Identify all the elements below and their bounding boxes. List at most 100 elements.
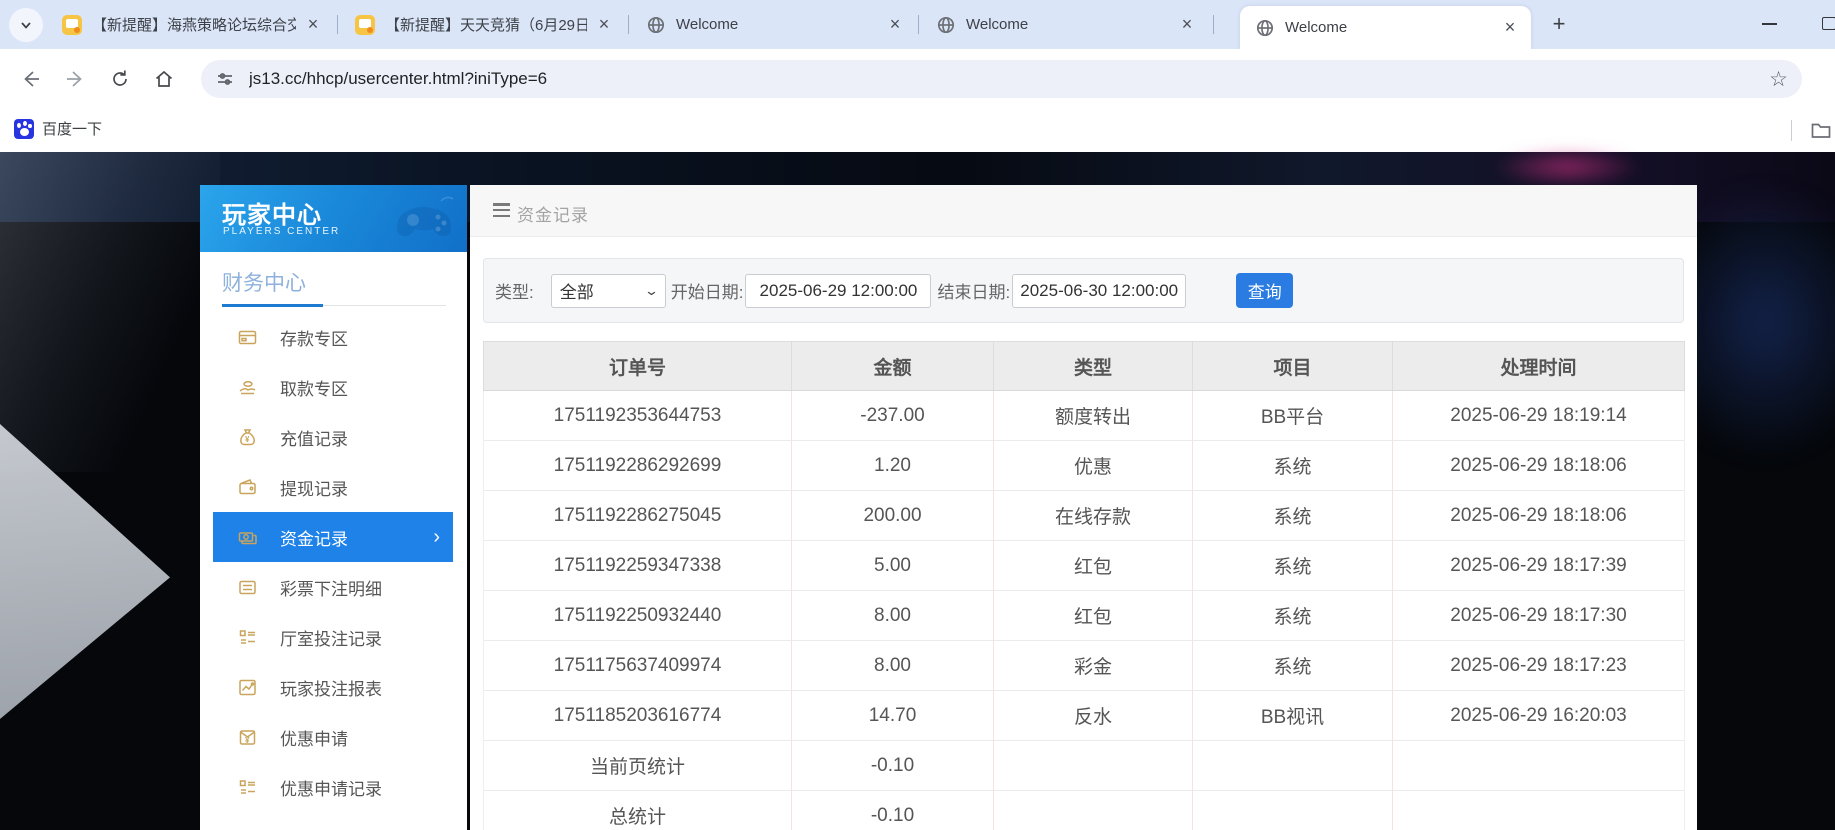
sidebar-item-deposit[interactable]: 存款专区 — [200, 312, 467, 362]
close-icon[interactable]: × — [1176, 14, 1198, 36]
cell-amount: 1.20 — [791, 440, 994, 491]
minimize-icon[interactable] — [1762, 23, 1777, 25]
cell-amount: 8.00 — [791, 640, 994, 691]
sidebar-item-hall-bet-record[interactable]: 厅室投注记录 — [200, 612, 467, 662]
cell-amount: 8.00 — [791, 590, 994, 641]
sidebar-item-label: 彩票下注明细 — [280, 579, 382, 599]
sidebar-item-lottery-bet-detail[interactable]: 彩票下注明细 — [200, 562, 467, 612]
cell-grand-total-label: 总统计 — [483, 790, 792, 830]
forward-button[interactable] — [61, 65, 89, 93]
sidebar-item-withdrawal-record[interactable]: 提现记录 — [200, 462, 467, 512]
forward-arrow-icon — [67, 71, 82, 87]
reload-button[interactable] — [106, 65, 134, 93]
cell-page-total-label: 当前页统计 — [483, 740, 792, 791]
table-row: 1751175637409974 8.00 彩金 系统 2025-06-29 1… — [483, 640, 1685, 691]
hamburger-icon[interactable] — [493, 203, 510, 218]
forum-favicon — [355, 14, 375, 35]
gift-yuan-icon: ¥ — [239, 729, 256, 745]
close-icon[interactable]: × — [593, 14, 615, 36]
sidebar-item-label: 优惠申请 — [280, 729, 348, 749]
tab-title: 【新提醒】海燕策略论坛综合交 — [92, 17, 296, 34]
table-row: 1751185203616774 14.70 反水 BB视讯 2025-06-2… — [483, 690, 1685, 741]
maximize-icon[interactable] — [1822, 17, 1835, 30]
cell-order-no: 1751175637409974 — [483, 640, 792, 691]
sidebar-item-withdraw[interactable]: 取款专区 — [200, 362, 467, 412]
search-button[interactable]: 查询 — [1236, 273, 1294, 308]
end-date-input[interactable] — [1012, 273, 1187, 308]
cell-process-time: 2025-06-29 18:18:06 — [1392, 440, 1685, 491]
sidebar-subtitle: PLAYERS CENTER — [223, 226, 341, 237]
address-bar[interactable]: js13.cc/hhcp/usercenter.html?iniType=6 ☆ — [201, 60, 1802, 98]
sidebar-item-label: 玩家投注报表 — [280, 679, 382, 699]
sidebar-item-label: 厅室投注记录 — [280, 629, 382, 649]
tab-forum-1[interactable]: 【新提醒】海燕策略论坛综合交 × — [47, 0, 334, 49]
cell-amount: 200.00 — [791, 490, 994, 541]
cell-empty — [993, 740, 1193, 791]
sidebar-title: 玩家中心 — [222, 202, 322, 229]
sidebar-item-label: 取款专区 — [280, 379, 348, 399]
cell-process-time: 2025-06-29 18:18:06 — [1392, 490, 1685, 541]
tab-welcome-active[interactable]: Welcome × — [1240, 6, 1531, 49]
sidebar: 玩家中心 PLAYERS CENTER 财务中心 存款专区 取款专区 ¥ 充值记… — [200, 185, 467, 830]
cell-project: 系统 — [1192, 540, 1393, 591]
bookmark-star-icon[interactable]: ☆ — [1769, 67, 1788, 92]
tab-search-button[interactable] — [9, 8, 43, 42]
tab-divider — [628, 15, 629, 34]
svg-text:¥: ¥ — [245, 736, 250, 745]
cell-type: 在线存款 — [993, 490, 1193, 541]
sidebar-item-promo-apply[interactable]: ¥ 优惠申请 — [200, 712, 467, 762]
list-check-icon — [239, 629, 255, 644]
cell-amount: -237.00 — [791, 390, 994, 441]
sidebar-item-promo-apply-record[interactable]: 优惠申请记录 — [200, 762, 467, 812]
table-row: 1751192286275045 200.00 在线存款 系统 2025-06-… — [483, 490, 1685, 541]
cell-process-time: 2025-06-29 18:17:23 — [1392, 640, 1685, 691]
end-date-label: 结束日期: — [937, 283, 1011, 302]
cell-amount: 5.00 — [791, 540, 994, 591]
browser-window: 【新提醒】海燕策略论坛综合交 × 【新提醒】天天竞猜（6月29日 × Welco… — [0, 0, 1835, 830]
close-icon[interactable]: × — [1499, 17, 1521, 39]
table-row: 1751192286292699 1.20 优惠 系统 2025-06-29 1… — [483, 440, 1685, 491]
url-text[interactable]: js13.cc/hhcp/usercenter.html?iniType=6 — [249, 69, 1769, 89]
tab-strip: 【新提醒】海燕策略论坛综合交 × 【新提醒】天天竞猜（6月29日 × Welco… — [0, 0, 1835, 49]
home-button[interactable] — [150, 65, 178, 93]
back-arrow-icon — [24, 71, 39, 87]
cell-order-no: 1751192286292699 — [483, 440, 792, 491]
tab-forum-2[interactable]: 【新提醒】天天竞猜（6月29日 × — [340, 0, 625, 49]
col-order-no: 订单号 — [483, 341, 792, 391]
tab-title: 【新提醒】天天竞猜（6月29日 — [385, 17, 587, 34]
page-title: 资金记录 — [517, 206, 589, 225]
col-type: 类型 — [993, 341, 1193, 391]
start-date-input[interactable] — [745, 273, 932, 308]
bookmark-baidu[interactable]: 百度一下 — [14, 118, 102, 139]
tab-welcome-2[interactable]: Welcome × — [921, 0, 1208, 49]
close-icon[interactable]: × — [302, 14, 324, 36]
sidebar-item-funds-record[interactable]: 资金记录 › — [213, 512, 453, 562]
active-chevron-icon: › — [433, 526, 440, 548]
cell-project: 系统 — [1192, 590, 1393, 641]
background-pink-glow — [1492, 146, 1642, 188]
cell-process-time: 2025-06-29 18:17:30 — [1392, 590, 1685, 641]
list-icon — [239, 580, 256, 594]
start-date-label: 开始日期: — [670, 283, 744, 302]
table-header-row: 订单号 金额 类型 项目 处理时间 — [483, 341, 1685, 391]
main-panel: 资金记录 类型: 全部 ⌄ 开始日期: 结束日期: 查询 订单号 — [470, 185, 1697, 830]
page-title-bar: 资金记录 — [470, 185, 1697, 237]
tab-welcome-1[interactable]: Welcome × — [631, 0, 916, 49]
type-select[interactable]: 全部 ⌄ — [550, 273, 666, 308]
sidebar-item-label: 优惠申请记录 — [280, 779, 382, 799]
tab-divider — [337, 15, 338, 34]
sidebar-item-recharge-record[interactable]: ¥ 充值记录 — [200, 412, 467, 462]
sidebar-item-player-bet-report[interactable]: 玩家投注报表 — [200, 662, 467, 712]
back-button[interactable] — [17, 65, 45, 93]
cell-empty — [1392, 790, 1685, 830]
table-row: 1751192353644753 -237.00 额度转出 BB平台 2025-… — [483, 390, 1685, 441]
globe-icon — [937, 16, 955, 33]
new-tab-button[interactable]: + — [1546, 12, 1572, 38]
close-icon[interactable]: × — [884, 14, 906, 36]
cell-grand-total-amount: -0.10 — [791, 790, 994, 830]
cell-process-time: 2025-06-29 18:17:39 — [1392, 540, 1685, 591]
filter-bar: 类型: 全部 ⌄ 开始日期: 结束日期: 查询 — [483, 258, 1684, 323]
site-settings-tune-icon — [218, 73, 232, 85]
other-bookmarks-folder-icon[interactable] — [1810, 119, 1832, 141]
globe-icon — [647, 16, 665, 33]
